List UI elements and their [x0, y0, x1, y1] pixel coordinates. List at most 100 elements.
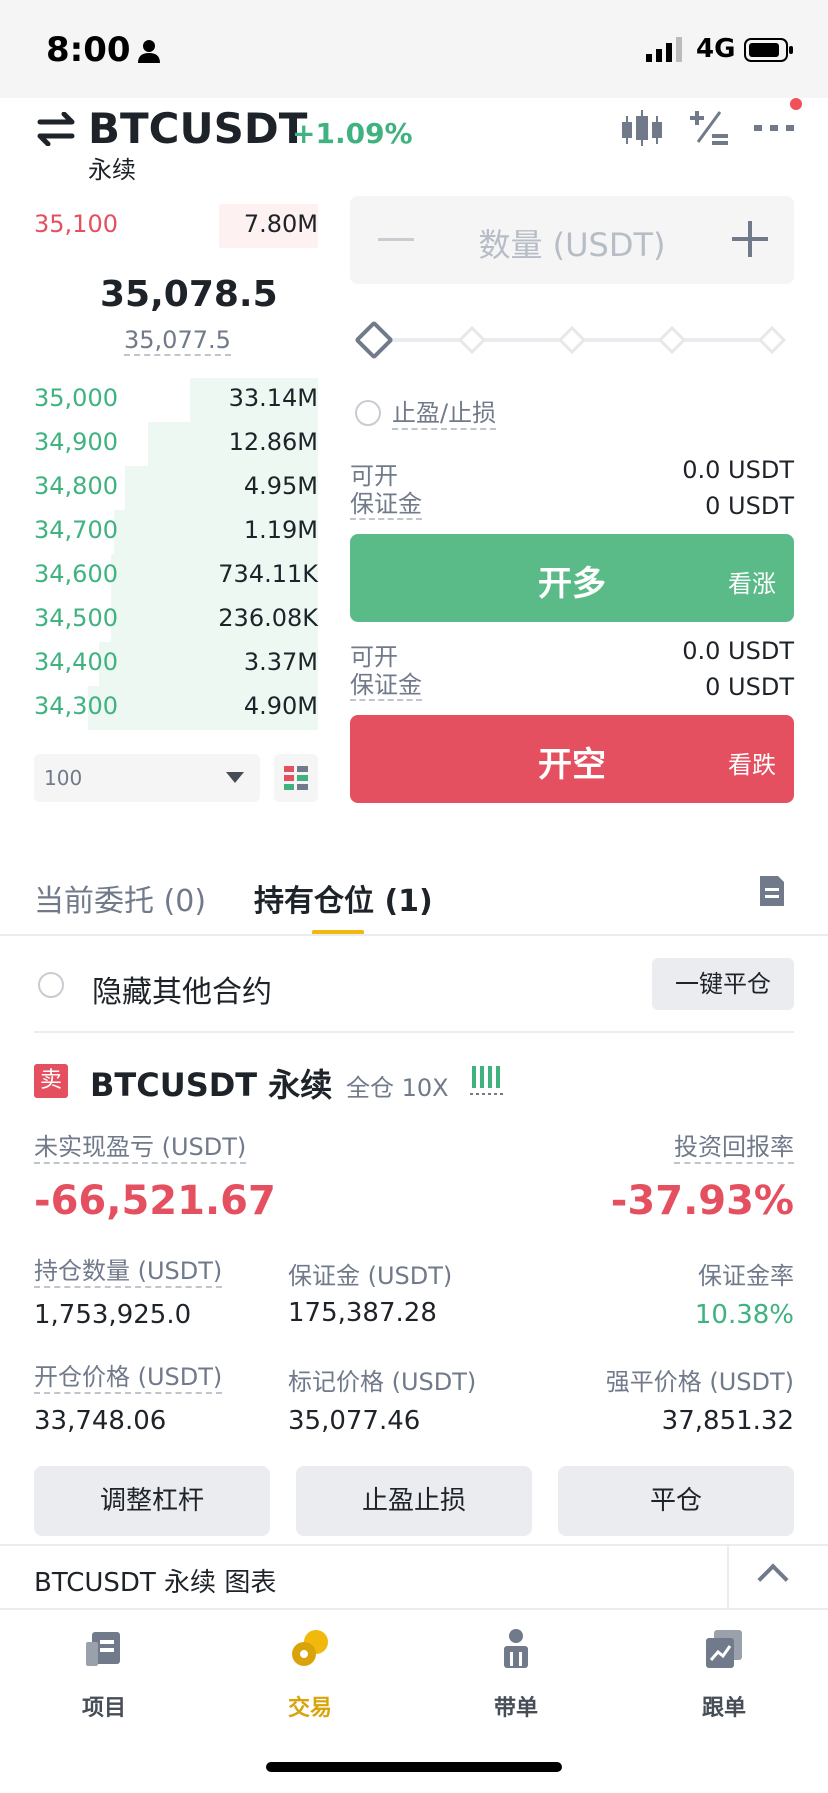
mark-price-value: 35,077.46 [288, 1406, 421, 1436]
swap-icon[interactable] [36, 112, 76, 146]
open-short-button[interactable]: 开空 看跌 [350, 715, 794, 803]
entry-price-label[interactable]: 开仓价格 (USDT) [34, 1362, 223, 1394]
margin-ratio-value: 10.38% [694, 1300, 794, 1330]
home-indicator [266, 1762, 562, 1772]
book-layout-button[interactable] [274, 754, 318, 802]
tpsl-radio[interactable] [355, 400, 381, 426]
bid-row[interactable]: 34,500 236.08K [0, 598, 318, 642]
nav-projects[interactable]: 项目 [34, 1628, 174, 1722]
quantity-placeholder: 数量 (USDT) [478, 226, 666, 264]
bid-row[interactable]: 34,400 3.37M [0, 642, 318, 686]
roe-label[interactable]: 投资回报率 [674, 1132, 794, 1164]
ask-qty: 7.80M [243, 210, 318, 238]
nav-projects-label: 项目 [81, 1696, 126, 1721]
liq-price-label: 强平价格 (USDT) [605, 1368, 794, 1396]
close-all-button[interactable]: 一键平仓 [652, 958, 794, 1010]
entry-price-value: 33,748.06 [34, 1406, 167, 1436]
chart-bar-label[interactable]: BTCUSDT 永续 图表 [34, 1562, 276, 1599]
document-icon[interactable] [758, 874, 786, 908]
nav-trade[interactable]: 交易 [240, 1628, 380, 1722]
copy-trade-icon [706, 1630, 742, 1668]
signal-icon [646, 37, 682, 62]
open-long-button[interactable]: 开多 看涨 [350, 534, 794, 622]
nav-lead-trader[interactable]: 带单 [446, 1628, 586, 1722]
margin-label: 保证金 (USDT) [288, 1262, 453, 1290]
book-layout-icon [284, 766, 308, 790]
bid-price: 34,400 [34, 648, 118, 676]
tpsl-label[interactable]: 止盈/止损 [392, 398, 497, 430]
bid-price: 34,500 [34, 604, 118, 632]
lead-trader-icon [504, 1629, 528, 1668]
caret-down-icon [226, 772, 244, 783]
open-long-sub: 看涨 [728, 570, 776, 598]
section-divider [34, 1031, 794, 1033]
long-available-value: 0.0 USDT [682, 456, 794, 484]
ask-row[interactable]: 35,100 7.80M [0, 204, 318, 248]
bid-qty: 1.19M [243, 516, 318, 544]
margin-ratio-label: 保证金率 [698, 1262, 794, 1290]
bid-row[interactable]: 34,900 12.86M [0, 422, 318, 466]
size-label[interactable]: 持仓数量 (USDT) [34, 1256, 223, 1288]
sell-badge: 卖 [34, 1064, 68, 1098]
bid-qty: 4.90M [243, 692, 318, 720]
calculator-icon[interactable] [686, 108, 730, 148]
mark-price-label: 标记价格 (USDT) [288, 1368, 477, 1396]
more-icon[interactable] [752, 108, 796, 148]
trade-icon [292, 1630, 328, 1666]
tabs-divider [0, 934, 828, 936]
ask-price: 35,100 [34, 210, 118, 238]
last-price: 35,078.5 [100, 274, 278, 315]
status-time: 8:00 [46, 30, 131, 70]
bid-qty: 3.37M [243, 648, 318, 676]
candlestick-icon[interactable] [620, 108, 664, 148]
short-available-label: 可开 [350, 643, 398, 671]
tab-open-orders[interactable]: 当前委托 (0) [34, 876, 206, 920]
bid-price: 35,000 [34, 384, 118, 412]
quantity-input[interactable]: 数量 (USDT) [350, 196, 794, 284]
unrealized-pnl-value: -66,521.67 [34, 1178, 276, 1224]
slider-step-25[interactable] [457, 325, 487, 355]
hide-others-label[interactable]: 隐藏其他合约 [92, 967, 272, 1011]
bid-qty: 33.14M [228, 384, 318, 412]
size-value: 1,753,925.0 [34, 1300, 192, 1330]
bid-row[interactable]: 35,000 33.14M [0, 378, 318, 422]
chart-bar-separator [727, 1546, 729, 1608]
tpsl-button[interactable]: 止盈止损 [296, 1466, 532, 1536]
slider-handle[interactable] [354, 320, 394, 360]
roe-value: -37.93% [610, 1178, 794, 1224]
short-margin-label[interactable]: 保证金 [350, 671, 422, 701]
bid-qty: 734.11K [218, 560, 318, 588]
symbol-title[interactable]: BTCUSDT [88, 104, 307, 153]
bid-price: 34,800 [34, 472, 118, 500]
bid-qty: 236.08K [218, 604, 318, 632]
bid-price: 34,900 [34, 428, 118, 456]
bid-price: 34,600 [34, 560, 118, 588]
adl-indicator-icon[interactable] [470, 1064, 506, 1096]
margin-value: 175,387.28 [288, 1298, 437, 1328]
close-position-button[interactable]: 平仓 [558, 1466, 794, 1536]
adjust-leverage-button[interactable]: 调整杠杆 [34, 1466, 270, 1536]
short-margin-value: 0 USDT [705, 673, 794, 701]
position-symbol[interactable]: BTCUSDT 永续 [90, 1060, 332, 1106]
depth-value: 100 [44, 766, 83, 790]
nav-copy-trade[interactable]: 跟单 [654, 1628, 794, 1722]
unrealized-pnl-label[interactable]: 未实现盈亏 (USDT) [34, 1132, 247, 1164]
bid-row[interactable]: 34,800 4.95M [0, 466, 318, 510]
nav-trade-label: 交易 [287, 1696, 332, 1721]
tab-positions[interactable]: 持有仓位 (1) [254, 876, 433, 920]
short-available-value: 0.0 USDT [682, 637, 794, 665]
notification-dot [790, 98, 802, 110]
slider-step-75[interactable] [657, 325, 687, 355]
nav-copy-trade-label: 跟单 [701, 1696, 746, 1721]
liq-price-value: 37,851.32 [661, 1406, 794, 1436]
projects-icon [86, 1632, 120, 1666]
bid-row[interactable]: 34,600 734.11K [0, 554, 318, 598]
bid-row[interactable]: 34,700 1.19M [0, 510, 318, 554]
depth-select[interactable]: 100 [34, 754, 260, 802]
bid-row[interactable]: 34,300 4.90M [0, 686, 318, 730]
long-margin-label[interactable]: 保证金 [350, 490, 422, 520]
hide-others-radio[interactable] [38, 972, 64, 998]
slider-step-50[interactable] [557, 325, 587, 355]
slider-step-100[interactable] [757, 325, 787, 355]
mark-price[interactable]: 35,077.5 [124, 326, 231, 356]
